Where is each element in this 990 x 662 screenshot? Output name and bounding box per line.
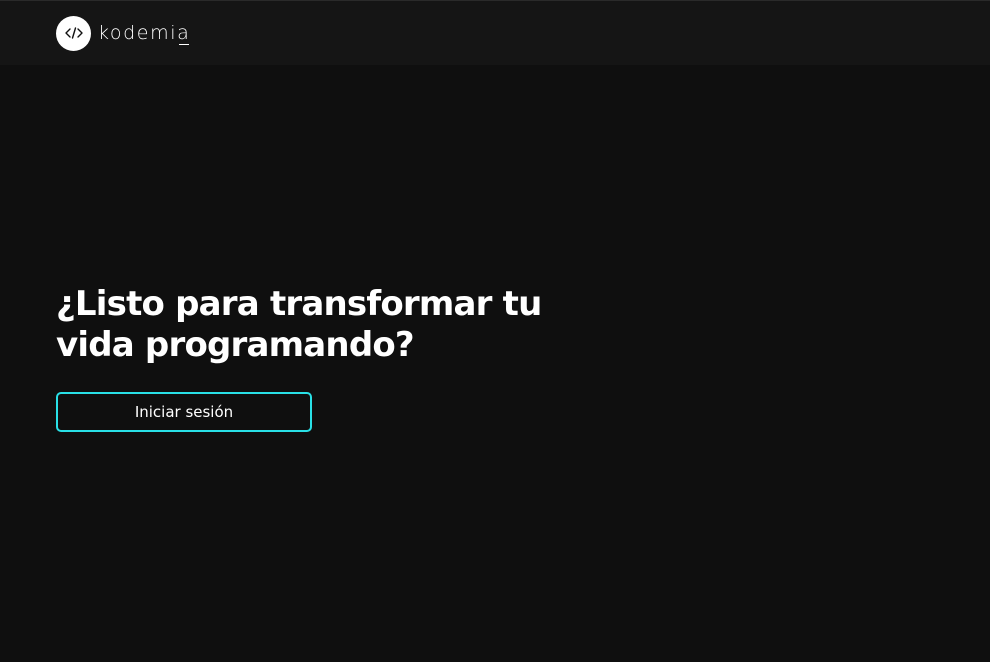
login-button[interactable]: Iniciar sesión xyxy=(56,392,312,432)
logo-circle xyxy=(56,15,91,51)
brand-underline xyxy=(179,44,190,45)
brand-name: kodemia xyxy=(98,15,190,51)
brand-logo-link[interactable]: kodemia xyxy=(56,15,190,51)
navbar: kodemia xyxy=(0,1,990,65)
hero-title: ¿Listo para transformar tu vida programa… xyxy=(56,284,542,365)
code-brackets-icon xyxy=(64,27,83,39)
brand-name-text: kodemia xyxy=(98,22,191,44)
